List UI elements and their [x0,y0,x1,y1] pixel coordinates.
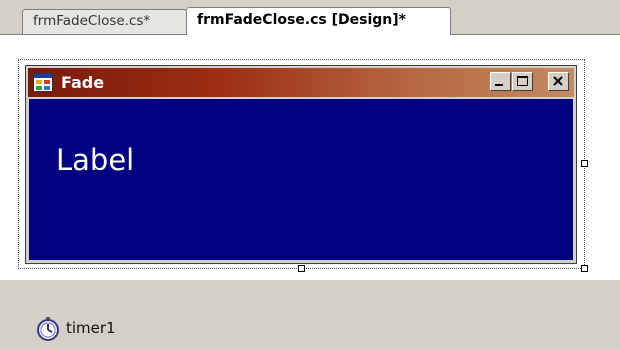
form-titlebar[interactable]: Fade [28,68,574,97]
tray-item-label: timer1 [66,319,116,337]
maximize-button[interactable] [512,72,533,91]
tab-design-view[interactable]: frmFadeClose.cs [Design]* [186,7,451,35]
maximize-icon [517,76,528,86]
close-icon [553,76,563,86]
tab-code-view[interactable]: frmFadeClose.cs* [22,9,187,34]
resize-handle-bottom-right[interactable] [581,265,588,272]
form-client-area[interactable]: Label [29,99,573,260]
component-tray[interactable]: timer1 [0,280,620,349]
stopwatch-icon [36,317,60,341]
document-tab-strip: frmFadeClose.cs* frmFadeClose.cs [Design… [0,0,620,35]
resize-handle-bottom[interactable] [298,265,305,272]
form-window[interactable]: Fade Label [25,65,577,264]
form-title: Fade [61,73,105,92]
resize-handle-right[interactable] [581,160,588,167]
label-control[interactable]: Label [56,143,134,177]
minimize-button[interactable] [490,72,511,91]
minimize-icon [495,84,503,86]
form-icon [33,73,53,92]
close-button[interactable] [548,72,569,91]
